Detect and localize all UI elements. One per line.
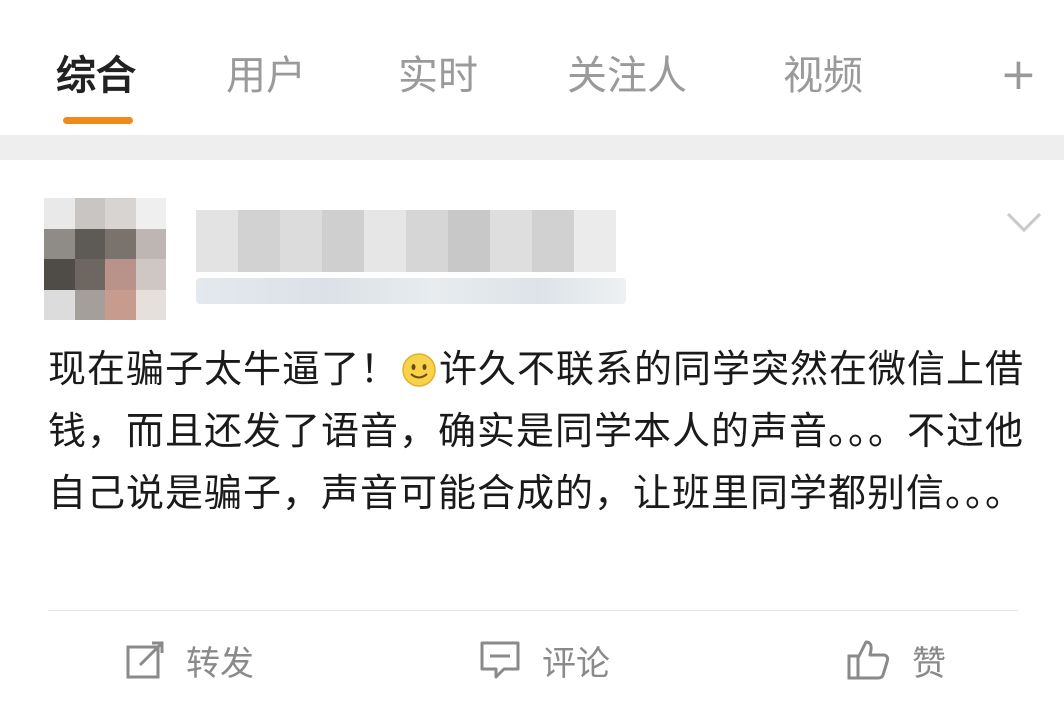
tab-comprehensive[interactable]: 综合 bbox=[56, 48, 136, 104]
tab-bar: 综合 用户 实时 关注人 视频 + bbox=[0, 0, 1064, 135]
post-card: 现在骗子太牛逼了！ 许久不联系的同学突然在微信上借钱，而且还发了语音，确实是同学… bbox=[0, 160, 1064, 717]
tab-following[interactable]: 关注人 bbox=[567, 48, 687, 104]
avatar[interactable] bbox=[44, 198, 166, 320]
smiley-icon bbox=[402, 353, 436, 387]
tab-users[interactable]: 用户 bbox=[226, 48, 306, 104]
active-tab-indicator bbox=[63, 117, 133, 124]
tab-video[interactable]: 视频 bbox=[783, 48, 863, 104]
chevron-down-icon[interactable] bbox=[1004, 208, 1044, 236]
username-redacted bbox=[196, 210, 616, 272]
repost-label: 转发 bbox=[186, 643, 254, 684]
comment-button[interactable]: 评论 bbox=[478, 630, 610, 690]
post-body: 现在骗子太牛逼了！ 许久不联系的同学突然在微信上借钱，而且还发了语音，确实是同学… bbox=[48, 338, 1048, 524]
repost-icon bbox=[126, 641, 164, 679]
action-divider bbox=[48, 610, 1018, 611]
add-tab-button[interactable]: + bbox=[1000, 50, 1037, 100]
tab-realtime[interactable]: 实时 bbox=[398, 48, 478, 104]
like-label: 赞 bbox=[912, 643, 946, 684]
comment-label: 评论 bbox=[542, 643, 610, 684]
comment-icon bbox=[480, 641, 520, 679]
thumbs-up-icon bbox=[847, 640, 890, 680]
post-text-part1: 现在骗子太牛逼了！ bbox=[48, 347, 400, 391]
repost-button[interactable]: 转发 bbox=[124, 630, 254, 690]
like-button[interactable]: 赞 bbox=[846, 630, 946, 690]
post-meta-redacted bbox=[196, 278, 626, 304]
